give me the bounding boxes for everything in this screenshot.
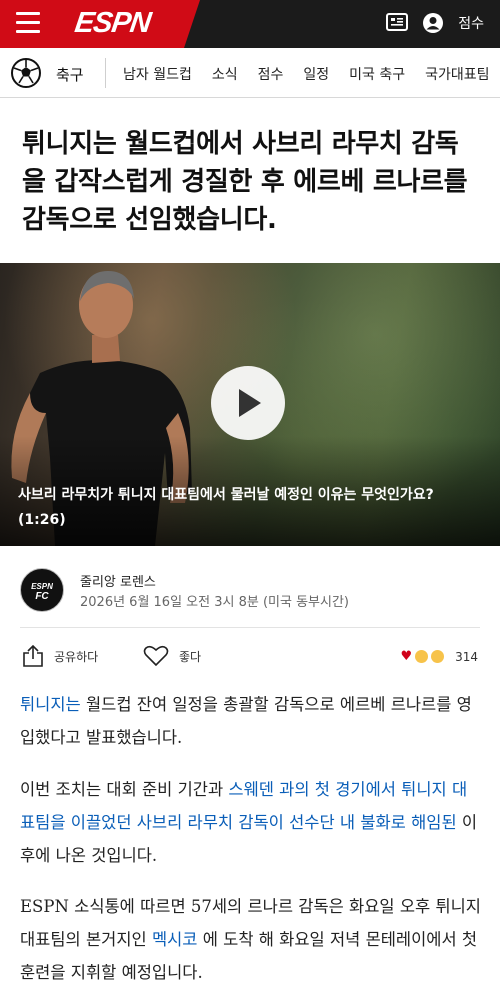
article-paragraph-3: ESPN 소식통에 따르면 57세의 르나르 감독은 화요일 오후 튀니지 대표…: [20, 897, 481, 982]
wow-reaction-icon: [431, 650, 445, 663]
tunisia-link[interactable]: 튀니지는: [20, 695, 81, 714]
play-icon: [239, 389, 261, 417]
reactions-summary[interactable]: ♥ 314: [400, 649, 478, 664]
nav-item-news[interactable]: 소식: [212, 64, 238, 84]
top-icons: 점수: [386, 12, 484, 34]
laugh-reaction-icon: [415, 650, 429, 663]
top-bar: ESPN 점수: [0, 0, 500, 48]
article-paragraph-1: 튀니지는 월드컵 잔여 일정을 총괄할 감독으로 에르베 르나르를 영입했다고 …: [20, 695, 472, 747]
sport-nav: 축구 남자 월드컵 소식 점수 일정 미국 축구 국가대표팀: [0, 48, 500, 98]
scores-link[interactable]: 점수: [458, 13, 484, 33]
nav-item-national-teams[interactable]: 국가대표팀: [425, 64, 489, 84]
byline-divider: [20, 627, 480, 628]
mexico-link[interactable]: 멕시코: [152, 930, 198, 949]
video-caption[interactable]: 사브리 라무치가 튀니지 대표팀에서 물러날 예정인 이유는 무엇인가요? (1…: [18, 483, 438, 533]
sport-label[interactable]: 축구: [56, 64, 84, 85]
play-button[interactable]: [211, 366, 285, 440]
reaction-count: 314: [455, 649, 478, 664]
like-label: 좋다: [179, 649, 202, 664]
like-button[interactable]: 좋다: [143, 645, 201, 667]
publish-datetime: 2026년 6월 16일 오전 3시 8분 (미국 동부시간): [80, 595, 349, 610]
soccer-ball-icon: [11, 58, 41, 88]
nav-item-mens-world-cup[interactable]: 남자 월드컵: [123, 64, 192, 84]
nav-item-us-soccer[interactable]: 미국 축구: [349, 64, 405, 84]
share-button[interactable]: 공유하다: [22, 645, 98, 667]
heart-reaction-icon: ♥: [400, 649, 413, 664]
nav-items: 남자 월드컵 소식 점수 일정 미국 축구 국가대표팀: [123, 64, 490, 84]
author-avatar: ESPN FC: [20, 568, 64, 612]
heart-outline-icon: [143, 645, 169, 667]
article-headline: 튀니지는 월드컵에서 사브리 라무치 감독을 갑작스럽게 경질한 후 에르베 르…: [22, 129, 468, 235]
nav-item-schedule[interactable]: 일정: [303, 64, 329, 84]
menu-icon[interactable]: [16, 12, 40, 34]
author-name[interactable]: 줄리앙 로렌스: [80, 571, 156, 590]
article-paragraph-2: 이번 조치는 대회 준비 기간과 스웨덴 과의 첫 경기에서 튀니지 대표팀을 …: [20, 780, 478, 865]
nav-divider: [105, 58, 106, 88]
share-icon: [23, 645, 43, 667]
news-feed-icon[interactable]: [386, 13, 409, 33]
nav-item-scores[interactable]: 점수: [258, 64, 284, 84]
share-label: 공유하다: [54, 649, 99, 664]
profile-icon[interactable]: [422, 12, 444, 34]
espn-logo[interactable]: ESPN: [73, 7, 152, 40]
